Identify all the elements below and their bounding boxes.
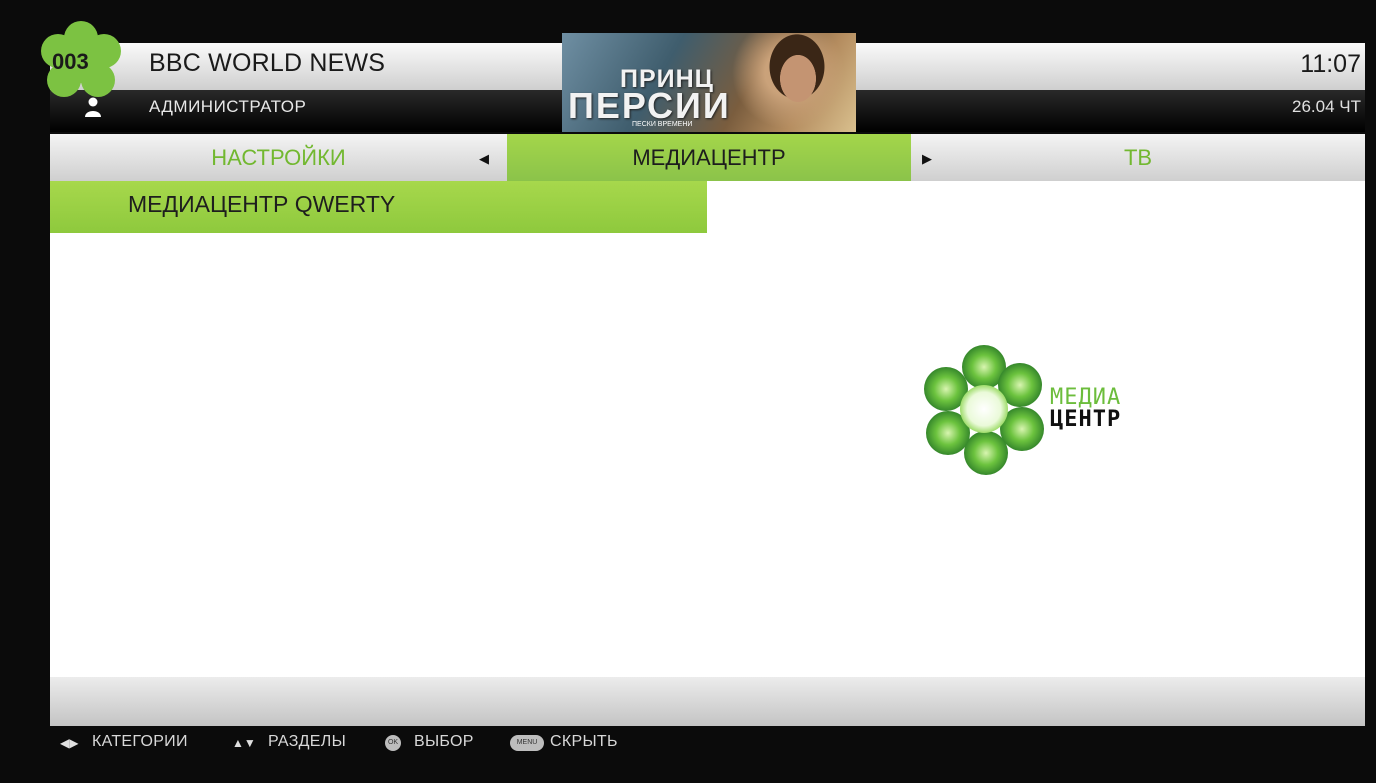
tv-interface: 003 BBC WORLD NEWS АДМИНИСТРАТОР ПРИНЦ П…	[41, 0, 1365, 783]
tab-tv[interactable]: ТВ	[911, 134, 1365, 181]
poster-face	[777, 51, 819, 106]
tab-mediacenter[interactable]: МЕДИАЦЕНТР	[507, 134, 911, 181]
menu-button-icon: MENU	[510, 735, 544, 751]
user-icon	[85, 97, 101, 117]
arrow-right-icon[interactable]: ▶	[922, 151, 932, 167]
category-tabs: НАСТРОЙКИ МЕДИАЦЕНТР ТВ ◀ ▶	[50, 134, 1365, 181]
section-item-label: МЕДИАЦЕНТР QWERTY	[128, 191, 396, 217]
poster-banner[interactable]: ПРИНЦ ПЕРСИИ ПЕСКИ ВРЕМЕНИ	[562, 33, 856, 132]
channel-name: BBC WORLD NEWS	[149, 49, 386, 77]
content-area: МЕДИАЦЕНТР QWERTY МЕДИА ЦЕНТР	[50, 181, 1365, 677]
ok-button-icon: OK	[385, 735, 401, 751]
tab-settings[interactable]: НАСТРОЙКИ	[50, 134, 507, 181]
channel-number: 003	[52, 49, 89, 74]
section-item-mediacenter-qwerty[interactable]: МЕДИАЦЕНТР QWERTY	[50, 181, 707, 233]
date: 26.04 ЧТ	[1292, 97, 1361, 116]
arrow-left-icon[interactable]: ◀	[479, 151, 489, 167]
poster-subtitle: ПЕСКИ ВРЕМЕНИ	[632, 121, 693, 128]
left-right-arrows-icon: ◀▶	[60, 736, 79, 750]
footer-bar	[50, 677, 1365, 726]
up-down-arrows-icon: ▲▼	[232, 736, 256, 750]
mediacenter-logo-icon	[924, 345, 1044, 475]
clock: 11:07	[1300, 50, 1361, 78]
user-name: АДМИНИСТРАТОР	[149, 97, 307, 116]
logo-text-center: ЦЕНТР	[1050, 407, 1122, 432]
hint-sections: РАЗДЕЛЫ	[268, 733, 347, 750]
hint-select: ВЫБОР	[414, 733, 474, 750]
hint-categories: КАТЕГОРИИ	[92, 733, 188, 750]
hint-hide: СКРЫТЬ	[550, 733, 618, 750]
